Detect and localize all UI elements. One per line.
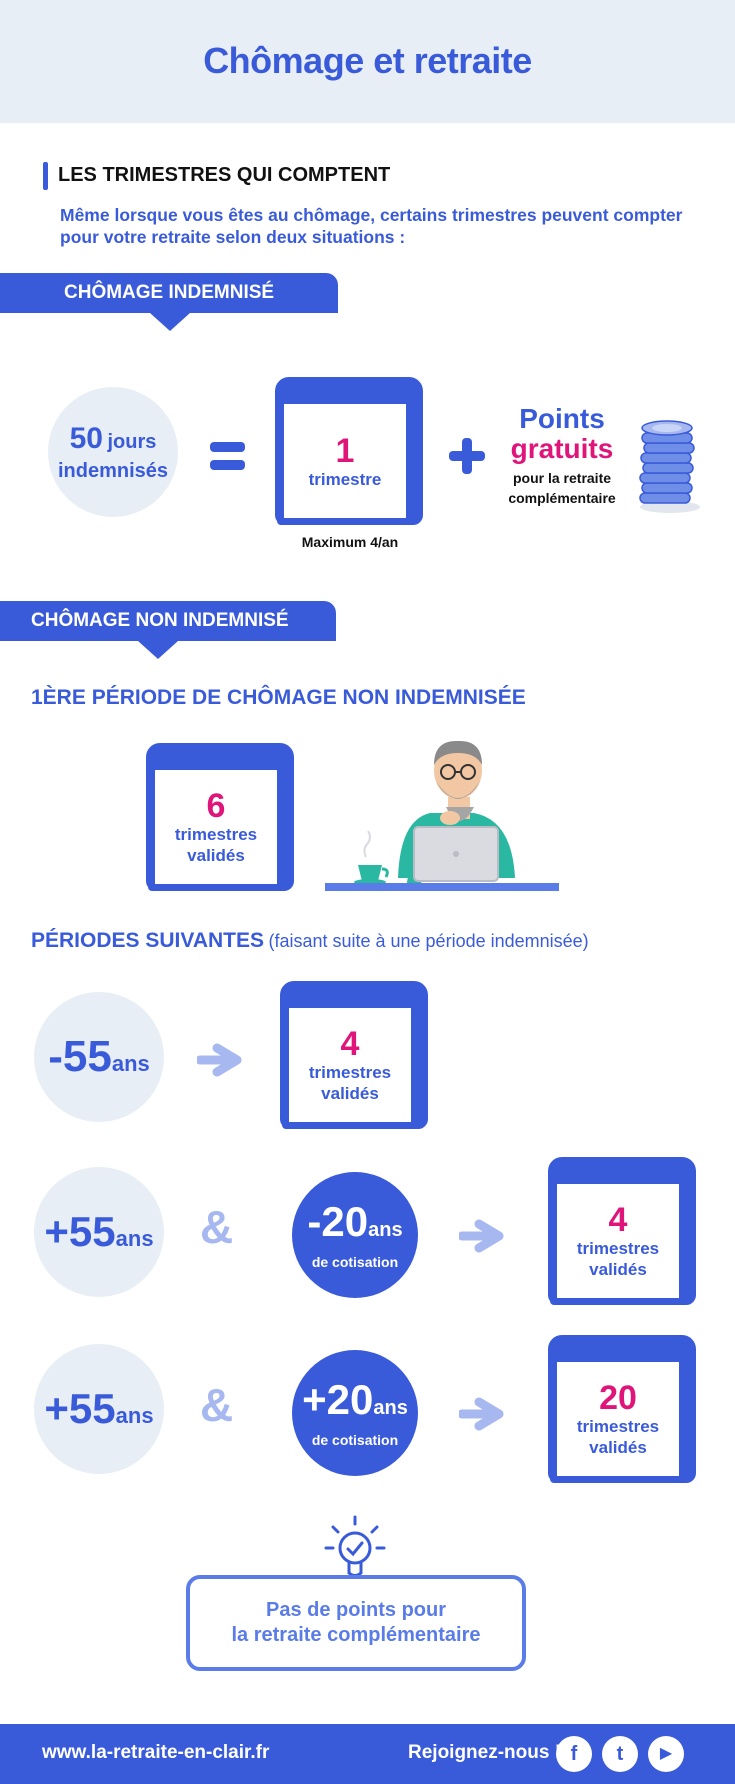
book-number: 4 [608,1201,628,1239]
note-line-1: Pas de points pour [265,1599,447,1621]
cotisation-circle-more-20: +20ans de cotisation [292,1350,418,1476]
age-value: +55 [44,1208,116,1255]
ribbon-label: CHÔMAGE NON INDEMNISÉ [31,610,289,631]
arrow-right-icon [197,1043,242,1077]
cotisation-unit: ans [373,1397,408,1419]
coins-icon [639,420,700,513]
section-title: LES TRIMESTRES QUI COMPTENT [58,164,391,186]
age-circle-under-55: -55 ans [34,992,164,1122]
facebook-icon[interactable]: f [556,1736,592,1772]
age-value: +55 [44,1385,116,1432]
equals-icon [210,442,245,472]
days-unit: jours [107,430,157,453]
ribbon-label: CHÔMAGE INDEMNISÉ [64,282,275,303]
book-1-trimestre: 1 trimestre [275,377,425,527]
ribbon-tip [150,313,190,331]
ribbon-chomage-indemnise: CHÔMAGE INDEMNISÉ [0,273,338,331]
intro-text: Même lorsque vous êtes au chômage, certa… [60,205,683,247]
book-number: 6 [206,787,226,825]
book-6-trimestres: 6 trimestres validés [146,743,296,891]
book-number: 1 [335,431,355,470]
cotisation-value: -20 [307,1198,369,1245]
book-label-2: validés [321,1084,379,1103]
age-circle-over-55: +55 ans [34,1344,164,1474]
points-desc-2: complémentaire [508,490,616,506]
note-line-2: la retraite complémentaire [231,1624,481,1646]
cotisation-label: de cotisation [311,1254,399,1270]
book-4-trimestres: 4 trimestres validés [280,981,430,1131]
book-label-1: trimestres [576,1417,660,1436]
points-word: Points [519,403,605,434]
book-label-2: validés [589,1438,647,1457]
book-label: trimestre [308,469,382,489]
person-laptop-illustration [325,740,559,891]
cotisation-unit: ans [368,1219,403,1241]
section-marker [43,162,48,190]
first-period-title: 1ÈRE PÉRIODE DE CHÔMAGE NON INDEMNISÉE [31,686,526,709]
points-block: Points gratuits pour la retraite complém… [498,404,626,508]
page-title: Chômage et retraite [203,40,532,81]
join-label: Rejoignez-nous ! [408,1742,562,1763]
next-periods-title: PÉRIODES SUIVANTES (faisant suite à une … [31,929,589,953]
note-box: Pas de points pour la retraite complémen… [186,1575,526,1671]
arrow-right-icon [459,1219,504,1253]
footer: www.la-retraite-en-clair.fr Rejoignez-no… [0,1724,735,1784]
plus-icon [449,438,485,474]
age-circle-over-55: +55 ans [34,1167,164,1297]
age-unit: ans [115,1226,154,1251]
website-link[interactable]: www.la-retraite-en-clair.fr [42,1742,269,1764]
book-label-2: validés [187,846,245,865]
cotisation-value: +20 [302,1376,374,1423]
book-number: 4 [340,1025,360,1063]
days-label: indemnisés [57,459,169,482]
book-label-1: trimestres [576,1239,660,1258]
lightbulb-icon [324,1515,386,1577]
gratuits-word: gratuits [510,433,614,464]
ribbon-tip [138,641,178,659]
ribbon-chomage-non-indemnise: CHÔMAGE NON INDEMNISÉ [0,601,336,659]
days-number: 50 [69,421,103,455]
book-4-trimestres: 4 trimestres validés [548,1157,698,1307]
ampersand: & [200,1379,234,1431]
arrow-right-icon [459,1397,504,1431]
youtube-icon[interactable]: ▶ [648,1736,684,1772]
header-banner: Chômage et retraite [0,0,735,123]
book-number: 20 [599,1379,637,1417]
twitter-icon[interactable]: t [602,1736,638,1772]
book-label-1: trimestres [308,1063,392,1082]
age-value: -55 [48,1032,112,1081]
points-desc-1: pour la retraite [512,470,612,486]
book-label-1: trimestres [174,825,258,844]
book-20-trimestres: 20 trimestres validés [548,1335,698,1485]
book-label-2: validés [589,1260,647,1279]
ampersand: & [200,1201,234,1253]
next-periods-sub: (faisant suite à une période indemnisée) [268,931,589,951]
next-periods-heading: PÉRIODES SUIVANTES [31,929,264,952]
cotisation-circle-less-20: -20ans de cotisation [292,1172,418,1298]
days-circle: 50 jours indemnisés [48,387,178,517]
cotisation-label: de cotisation [311,1432,399,1448]
age-unit: ans [111,1051,150,1076]
max-note: Maximum 4/an [301,534,399,550]
age-unit: ans [115,1403,154,1428]
